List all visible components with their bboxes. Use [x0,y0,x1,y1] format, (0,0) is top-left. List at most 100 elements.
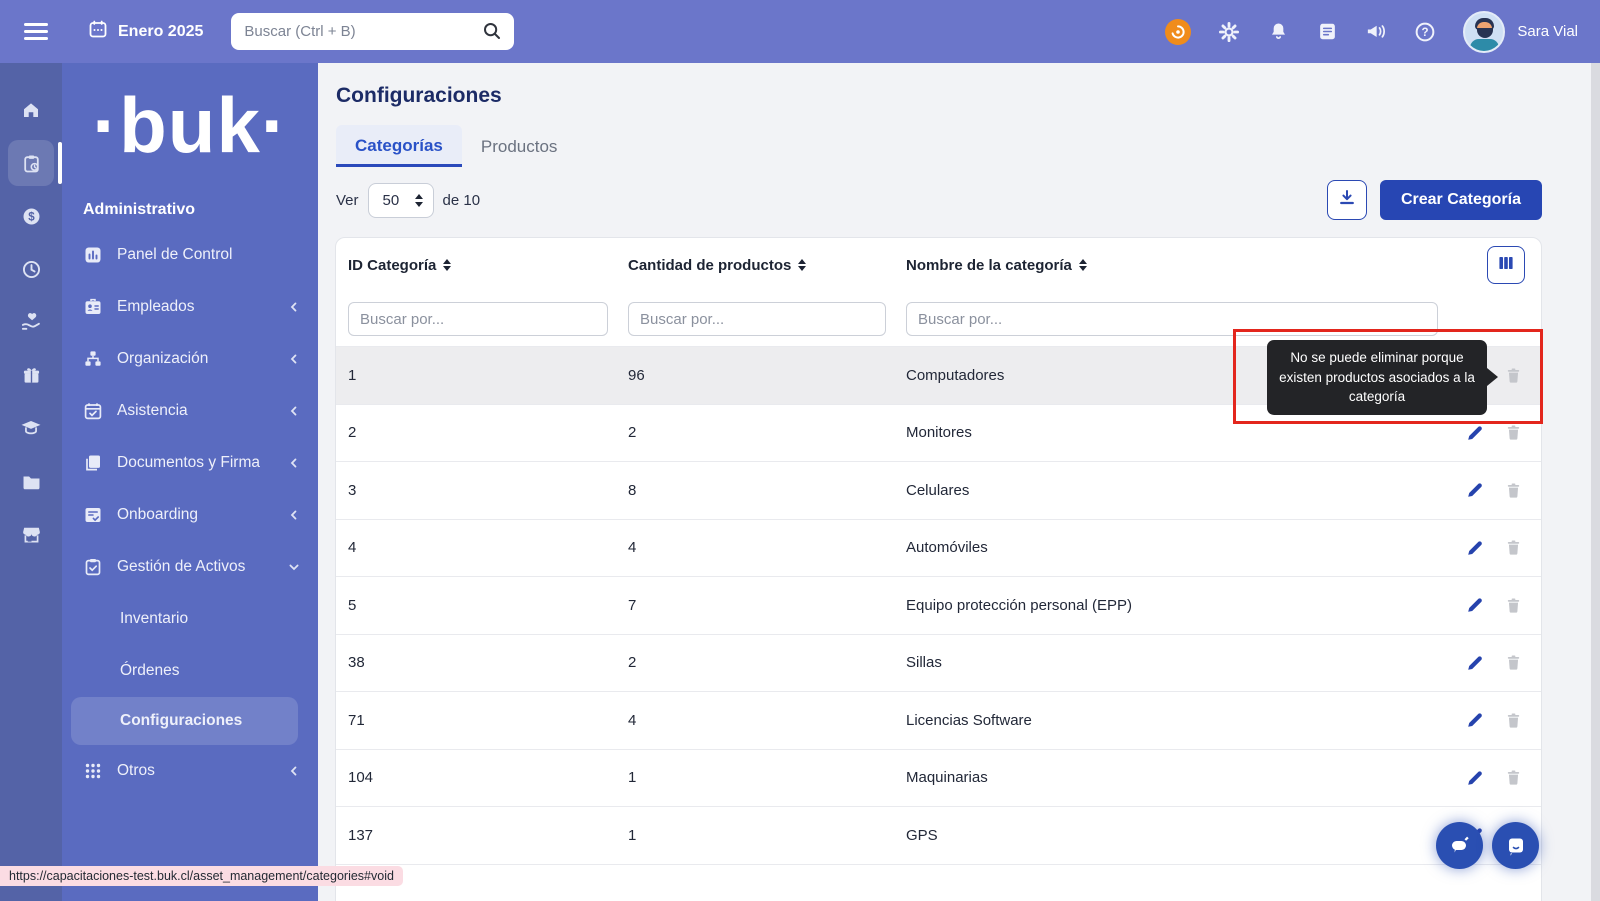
cell-count: 1 [628,827,906,844]
badge-icon [83,297,103,317]
delete-trash-icon[interactable] [1503,423,1523,443]
sidebar-item-panel-de-control[interactable]: Panel de Control [62,229,318,281]
calendar-check-icon [83,401,103,421]
sidebar-subitem-ordenes[interactable]: Órdenes [62,645,318,697]
filter-cantidad-input[interactable] [628,302,886,336]
column-header-nombre[interactable]: Nombre de la categoría [906,257,1454,274]
edit-pencil-icon[interactable] [1465,480,1485,500]
delete-trash-icon[interactable] [1503,365,1523,385]
tab-productos[interactable]: Productos [462,125,577,167]
search-icon[interactable] [482,21,502,46]
edit-pencil-icon[interactable] [1465,423,1485,443]
cell-name: Monitores [906,424,1454,441]
global-search-input[interactable] [244,23,474,40]
sidebar-item-empleados[interactable]: Empleados [62,281,318,333]
column-header-id[interactable]: ID Categoría [348,257,628,274]
delete-trash-icon[interactable] [1503,538,1523,558]
rail-asset-management-icon[interactable] [8,140,54,186]
rail-files-folder-icon[interactable] [8,458,54,504]
table-row: 137 1 GPS [336,806,1541,864]
hamburger-menu-icon[interactable] [24,18,48,44]
chevron-left-icon [288,405,300,417]
sidebar-item-label: Asistencia [117,402,288,420]
edit-pencil-icon[interactable] [1465,538,1485,558]
cell-count: 1 [628,769,906,786]
calendar-icon [88,19,108,44]
column-header-cantidad[interactable]: Cantidad de productos [628,257,906,274]
sidebar-item-otros[interactable]: Otros [62,745,318,797]
rail-home-icon[interactable] [8,87,54,133]
sidebar-subitem-configuraciones[interactable]: Configuraciones [71,697,298,745]
column-header-label: Cantidad de productos [628,257,791,274]
columns-toggle-button[interactable] [1487,246,1525,284]
rail-payroll-dollar-icon[interactable]: $ [8,193,54,239]
cell-name: Sillas [906,654,1454,671]
period-label: Enero 2025 [118,23,203,41]
page-size-value: 50 [383,192,400,209]
delete-trash-icon[interactable] [1503,595,1523,615]
global-search[interactable] [231,13,514,50]
columns-icon [1497,254,1515,277]
sidebar-subitem-inventario[interactable]: Inventario [62,593,318,645]
sidebar-item-label: Otros [117,762,288,780]
buk-points-icon[interactable] [1165,19,1191,45]
settings-gear-icon[interactable] [1218,21,1240,43]
rail-gift-icon[interactable] [8,352,54,398]
cell-id: 5 [348,597,628,614]
rail-training-graduation-icon[interactable] [8,405,54,451]
period-selector[interactable]: Enero 2025 [88,19,203,44]
sidebar-item-documentos-y-firma[interactable]: Documentos y Firma [62,437,318,489]
buk-logo[interactable]: ·buk· [62,71,318,179]
sidebar-item-gestion-de-activos[interactable]: Gestión de Activos [62,541,318,593]
create-category-button[interactable]: Crear Categoría [1380,180,1542,220]
delete-trash-icon[interactable] [1503,480,1523,500]
user-name[interactable]: Sara Vial [1517,23,1578,40]
edit-pencil-icon[interactable] [1465,710,1485,730]
news-note-icon[interactable] [1316,21,1338,43]
rail-benefits-hand-heart-icon[interactable] [8,299,54,345]
cell-count: 7 [628,597,906,614]
cell-count: 2 [628,424,906,441]
cell-id: 4 [348,539,628,556]
tab-categorias[interactable]: Categorías [336,125,462,167]
table-row: 104 1 Maquinarias [336,749,1541,807]
delete-trash-icon[interactable] [1503,710,1523,730]
edit-pencil-icon[interactable] [1465,595,1485,615]
sidebar-item-organizacion[interactable]: Organización [62,333,318,385]
table-row: 3 8 Celulares [336,461,1541,519]
page-scrollbar[interactable] [1591,63,1600,901]
dashboard-icon [83,245,103,265]
sidebar-item-asistencia[interactable]: Asistencia [62,385,318,437]
help-icon[interactable]: ? [1414,21,1436,43]
column-header-label: ID Categoría [348,257,436,274]
delete-trash-icon[interactable] [1503,653,1523,673]
edit-pencil-icon[interactable] [1465,653,1485,673]
feedback-chat-button[interactable] [1436,822,1483,869]
table-row: 71 4 Licencias Software [336,691,1541,749]
user-avatar[interactable] [1463,11,1505,53]
link-preview-statusbar: https://capacitaciones-test.buk.cl/asset… [0,866,403,886]
sidebar-item-onboarding[interactable]: Onboarding [62,489,318,541]
sort-icon [798,259,806,272]
delete-disabled-tooltip: No se puede eliminar porque existen prod… [1267,340,1487,415]
topbar: Enero 2025 ? Sara Vial [0,0,1600,63]
edit-pencil-icon[interactable] [1465,768,1485,788]
delete-trash-icon[interactable] [1503,768,1523,788]
cell-name: Licencias Software [906,712,1454,729]
download-button[interactable] [1327,180,1367,220]
table-row: 5 7 Equipo protección personal (EPP) [336,576,1541,634]
cell-count: 4 [628,539,906,556]
help-chat-button[interactable] [1492,822,1539,869]
page-size-select[interactable]: 50 [368,183,434,218]
announcements-megaphone-icon[interactable] [1365,21,1387,43]
rail-time-clock-icon[interactable] [8,246,54,292]
cell-id: 104 [348,769,628,786]
rail-marketplace-store-icon[interactable] [8,511,54,557]
sidebar-section-label: Administrativo [83,201,318,219]
chevron-left-icon [288,301,300,313]
notifications-bell-icon[interactable] [1267,21,1289,43]
cell-id: 1 [348,367,628,384]
filter-nombre-input[interactable] [906,302,1438,336]
cell-count: 8 [628,482,906,499]
filter-id-input[interactable] [348,302,608,336]
